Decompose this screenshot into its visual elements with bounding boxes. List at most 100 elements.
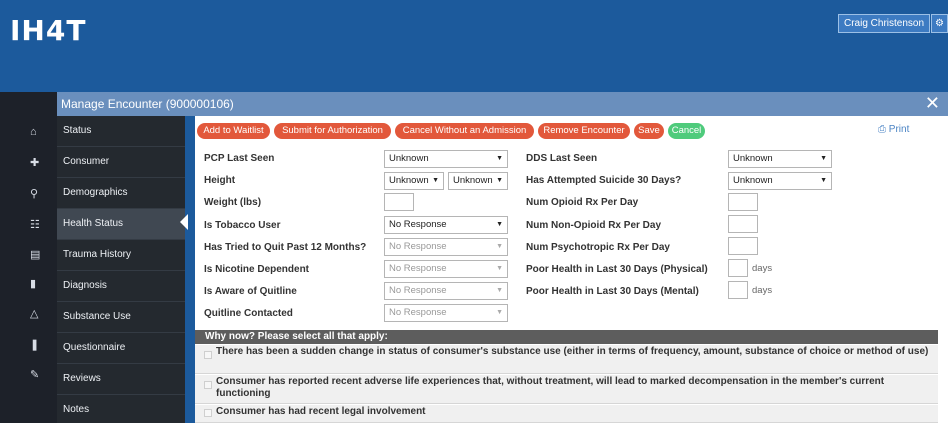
nav-item-substance-use[interactable]: Substance Use [57,302,185,333]
pcp-last-seen-label: PCP Last Seen [204,153,275,164]
pcp-last-seen-value: Unknown [389,153,429,164]
aware-quitline-select[interactable]: No Response ▼ [384,282,508,300]
add-to-waitlist-button[interactable]: Add to Waitlist [197,123,270,139]
cancel-button[interactable]: Cancel [668,123,705,139]
why-now-option-text: Consumer has had recent legal involvemen… [216,406,426,417]
active-indicator [180,214,188,230]
height-feet-value: Unknown [389,175,429,186]
chevron-down-icon: ▼ [496,309,503,316]
modal-header: Manage Encounter (900000106) ✕ [57,92,948,116]
briefcase-icon[interactable]: ☷ [0,215,57,235]
tried-quit-value: No Response [389,241,447,252]
nav-item-notes[interactable]: Notes [57,395,185,423]
why-now-option: There has been a sudden change in status… [195,345,938,374]
chevron-down-icon: ▼ [496,177,503,184]
psychotropic-rx-input[interactable] [728,237,758,255]
chevron-down-icon: ▼ [820,155,827,162]
why-now-checkbox[interactable] [204,409,212,417]
opioid-rx-input[interactable] [728,193,758,211]
cancel-without-admission-button[interactable]: Cancel Without an Admission [395,123,534,139]
chevron-down-icon: ▼ [496,221,503,228]
chevron-down-icon: ▼ [496,155,503,162]
print-link[interactable]: ⎙ Print [878,124,909,135]
height-inches-value: Unknown [453,175,493,186]
remove-encounter-button[interactable]: Remove Encounter [538,123,630,139]
nonopioid-rx-input[interactable] [728,215,758,233]
tried-quit-select[interactable]: No Response ▼ [384,238,508,256]
nav-item-status[interactable]: Status [57,116,185,147]
why-now-option-text: There has been a sudden change in status… [216,346,929,357]
nicotine-dependent-value: No Response [389,263,447,274]
plus-icon[interactable]: ✚ [0,153,57,173]
modal-title: Manage Encounter (900000106) [61,97,234,111]
nav-item-demographics[interactable]: Demographics [57,178,185,209]
pipe-icon[interactable]: ❚ [0,335,57,355]
why-now-checkbox[interactable] [204,381,212,389]
printer-icon: ⎙ [878,124,886,135]
poor-mental-input[interactable] [728,281,748,299]
attempted-suicide-select[interactable]: Unknown ▼ [728,172,832,190]
submit-for-authorization-button[interactable]: Submit for Authorization [274,123,391,139]
home-icon[interactable]: ⌂ [0,122,57,142]
chart-icon[interactable]: ▤ [0,245,57,265]
poor-physical-input[interactable] [728,259,748,277]
tobacco-user-label: Is Tobacco User [204,220,281,231]
aware-quitline-value: No Response [389,285,447,296]
nicotine-dependent-select[interactable]: No Response ▼ [384,260,508,278]
why-now-option-text: Consumer has reported recent adverse lif… [216,376,885,399]
weight-label: Weight (lbs) [204,197,262,208]
chevron-down-icon: ▼ [432,177,439,184]
poor-physical-label: Poor Health in Last 30 Days (Physical) [526,264,708,275]
clipboard-icon[interactable]: ✎ [0,365,57,385]
save-button[interactable]: Save [634,123,664,139]
health-status-panel: Add to Waitlist Submit for Authorization… [195,116,948,423]
pcp-last-seen-select[interactable]: Unknown ▼ [384,150,508,168]
psychotropic-rx-label: Num Psychotropic Rx Per Day [526,242,670,253]
top-bar: IH4T Craig Christenson ⚙ [0,0,948,92]
poor-mental-label: Poor Health in Last 30 Days (Mental) [526,286,699,297]
chevron-down-icon: ▼ [496,265,503,272]
tobacco-user-value: No Response [389,219,447,230]
tobacco-user-select[interactable]: No Response ▼ [384,216,508,234]
print-label: Print [888,124,910,135]
chevron-down-icon: ▼ [820,177,827,184]
chevron-down-icon: ▼ [496,287,503,294]
left-rail: ⌂ ✚ ⚲ ☷ ▤ ▮ △ ❚ ✎ [0,92,57,423]
nav-item-diagnosis[interactable]: Diagnosis [57,271,185,302]
chevron-down-icon: ▼ [496,243,503,250]
aware-quitline-label: Is Aware of Quitline [204,286,297,297]
why-now-heading: Why now? Please select all that apply: [195,330,938,344]
user-menu-button[interactable]: Craig Christenson [838,14,931,33]
height-label: Height [204,175,236,186]
height-inches-select[interactable]: Unknown ▼ [448,172,508,190]
quitline-contacted-label: Quitline Contacted [204,308,293,319]
nav-item-reviews[interactable]: Reviews [57,364,185,395]
attempted-suicide-value: Unknown [733,175,773,186]
nicotine-dependent-label: Is Nicotine Dependent [204,264,310,275]
bell-icon[interactable]: △ [0,304,57,324]
search-icon[interactable]: ⚲ [0,184,57,204]
attempted-suicide-label: Has Attempted Suicide 30 Days? [526,175,682,186]
document-icon[interactable]: ▮ [0,274,57,294]
why-now-option: Consumer has had recent legal involvemen… [195,405,938,423]
dds-last-seen-value: Unknown [733,153,773,164]
nonopioid-rx-label: Num Non-Opioid Rx Per Day [526,220,662,231]
encounter-sidenav: Status Consumer Demographics Health Stat… [57,116,185,423]
dds-last-seen-label: DDS Last Seen [526,153,598,164]
nav-item-trauma-history[interactable]: Trauma History [57,240,185,271]
poor-physical-unit: days [752,263,773,274]
poor-mental-unit: days [752,285,773,296]
close-icon[interactable]: ✕ [925,92,940,114]
height-feet-select[interactable]: Unknown ▼ [384,172,444,190]
gear-icon[interactable]: ⚙ [931,14,948,33]
nav-item-consumer[interactable]: Consumer [57,147,185,178]
nav-item-health-status[interactable]: Health Status [57,209,185,240]
quitline-contacted-select[interactable]: No Response ▼ [384,304,508,322]
weight-input[interactable] [384,193,414,211]
why-now-option: Consumer has reported recent adverse lif… [195,375,938,404]
tried-quit-label: Has Tried to Quit Past 12 Months? [204,242,367,253]
why-now-checkbox[interactable] [204,351,212,359]
dds-last-seen-select[interactable]: Unknown ▼ [728,150,832,168]
nav-item-questionnaire[interactable]: Questionnaire [57,333,185,364]
opioid-rx-label: Num Opioid Rx Per Day [526,197,639,208]
